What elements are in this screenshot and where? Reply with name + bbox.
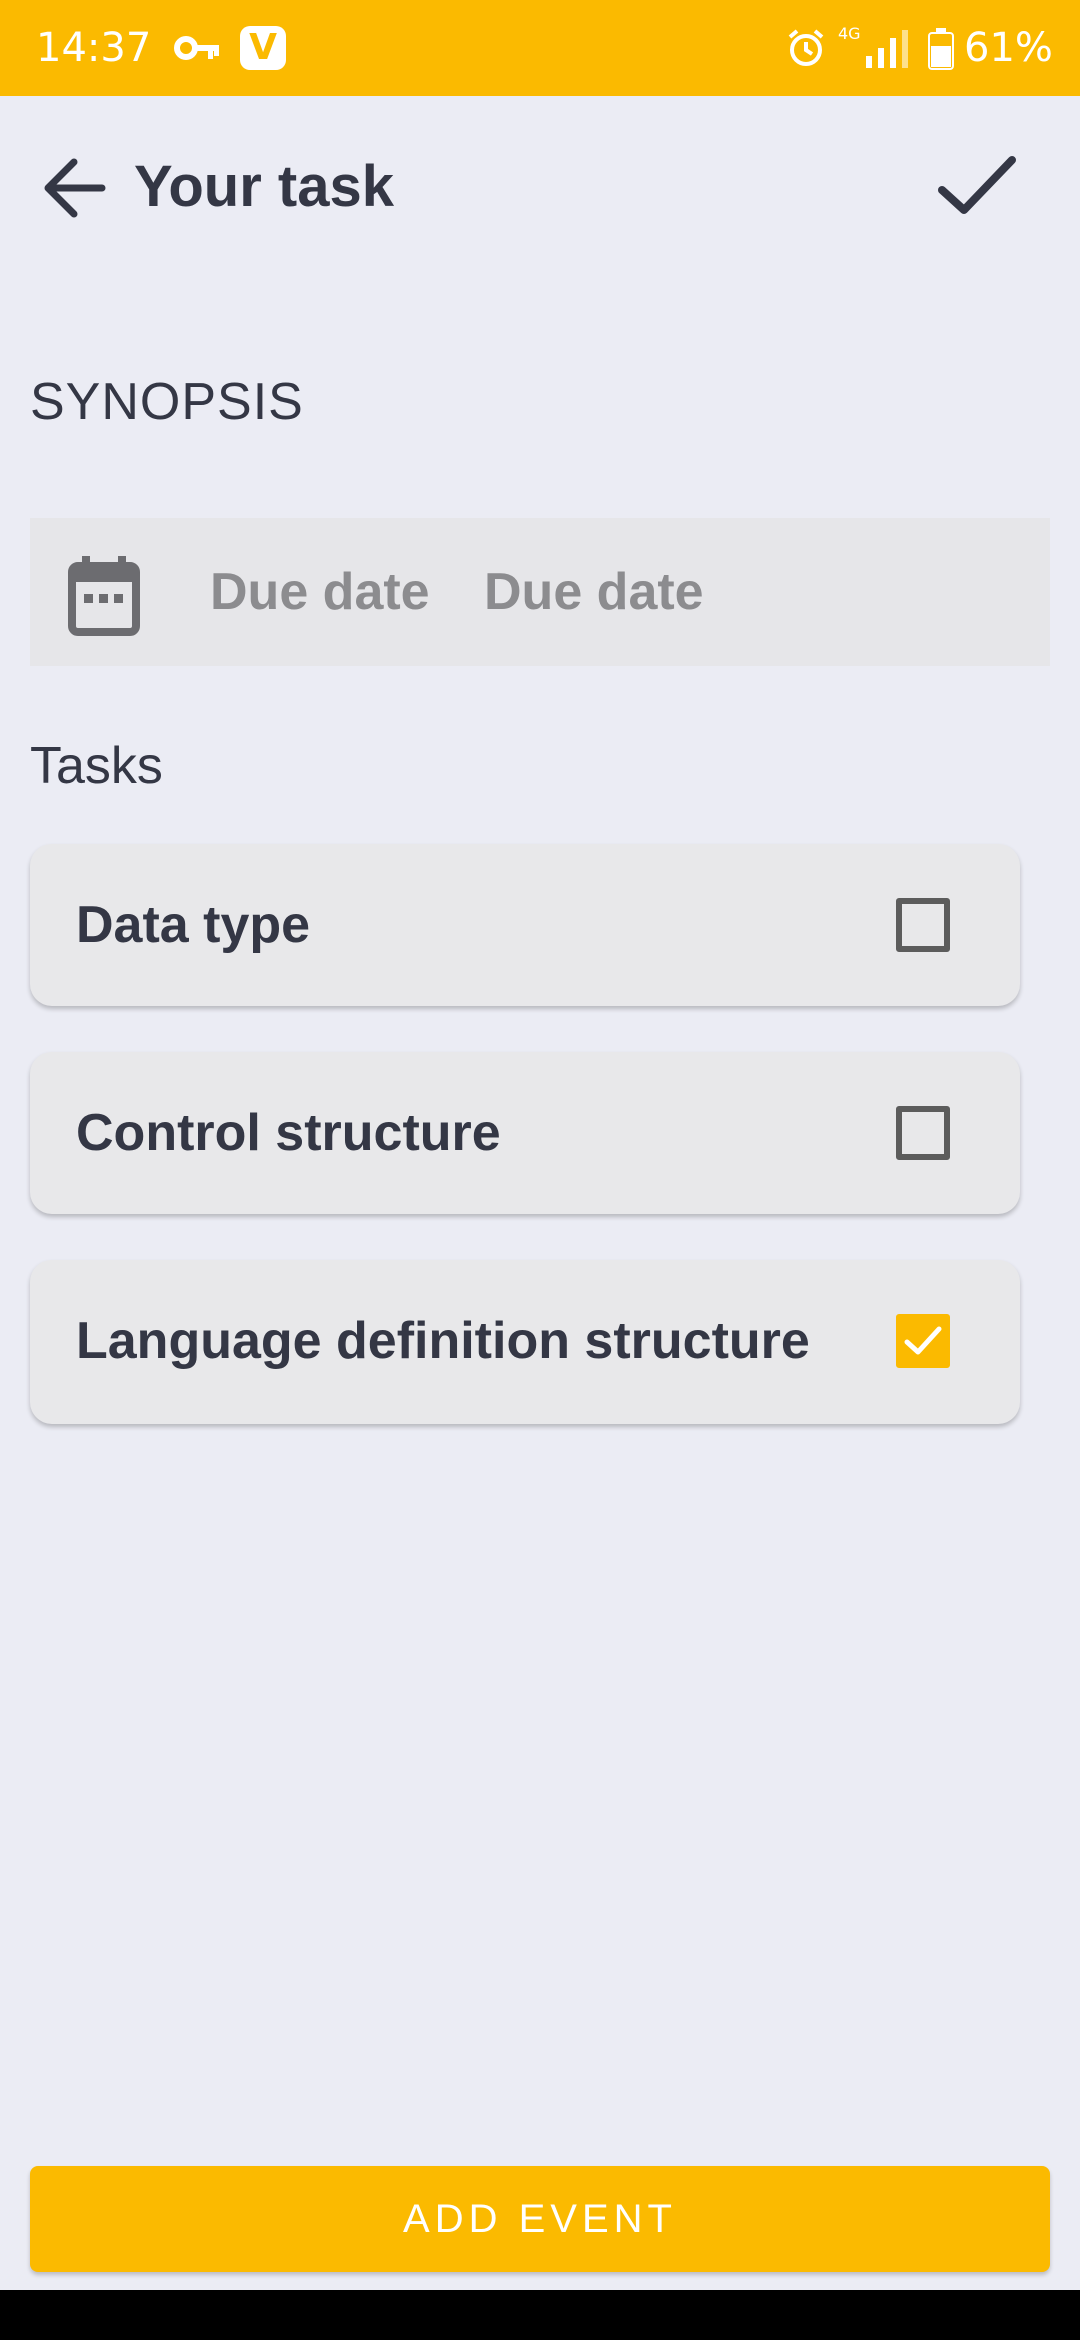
check-icon[interactable] [934,146,1020,226]
vpn-key-icon [174,36,219,60]
task-label: Control structure [76,1104,501,1162]
task-list: Data type Control structure Language def… [30,844,1020,1470]
task-item[interactable]: Data type [30,844,1020,1006]
tasks-header: Tasks [30,737,163,795]
task-checkbox[interactable] [896,898,950,952]
status-time: 14:37 [36,25,152,71]
due-date-label: Due date [210,563,430,621]
task-checkbox-checked[interactable] [896,1314,950,1368]
status-bar: 14:37 V 4G 61% [0,0,1080,96]
navigation-bar [0,2290,1080,2340]
task-checkbox[interactable] [896,1106,950,1160]
task-item[interactable]: Control structure [30,1052,1020,1214]
battery-icon [928,28,954,70]
checkmark-icon [904,1326,942,1355]
task-label: Language definition structure [76,1312,810,1370]
signal-icon [866,30,908,68]
synopsis-label: SYNOPSIS [30,373,304,431]
add-event-button[interactable]: ADD EVENT [30,2166,1050,2272]
back-arrow-icon[interactable] [36,148,116,228]
alarm-icon [788,29,824,66]
task-item[interactable]: Language definition structure [30,1260,1020,1424]
app-bar: Your task [0,96,1080,266]
app-notification-icon: V [240,26,286,70]
page-title: Your task [134,154,395,219]
calendar-icon [68,556,140,636]
task-label: Data type [76,896,311,954]
due-date-row[interactable]: Due date Due date [30,518,1050,666]
battery-percent: 61% [964,25,1053,71]
due-date-value[interactable]: Due date [484,518,704,666]
